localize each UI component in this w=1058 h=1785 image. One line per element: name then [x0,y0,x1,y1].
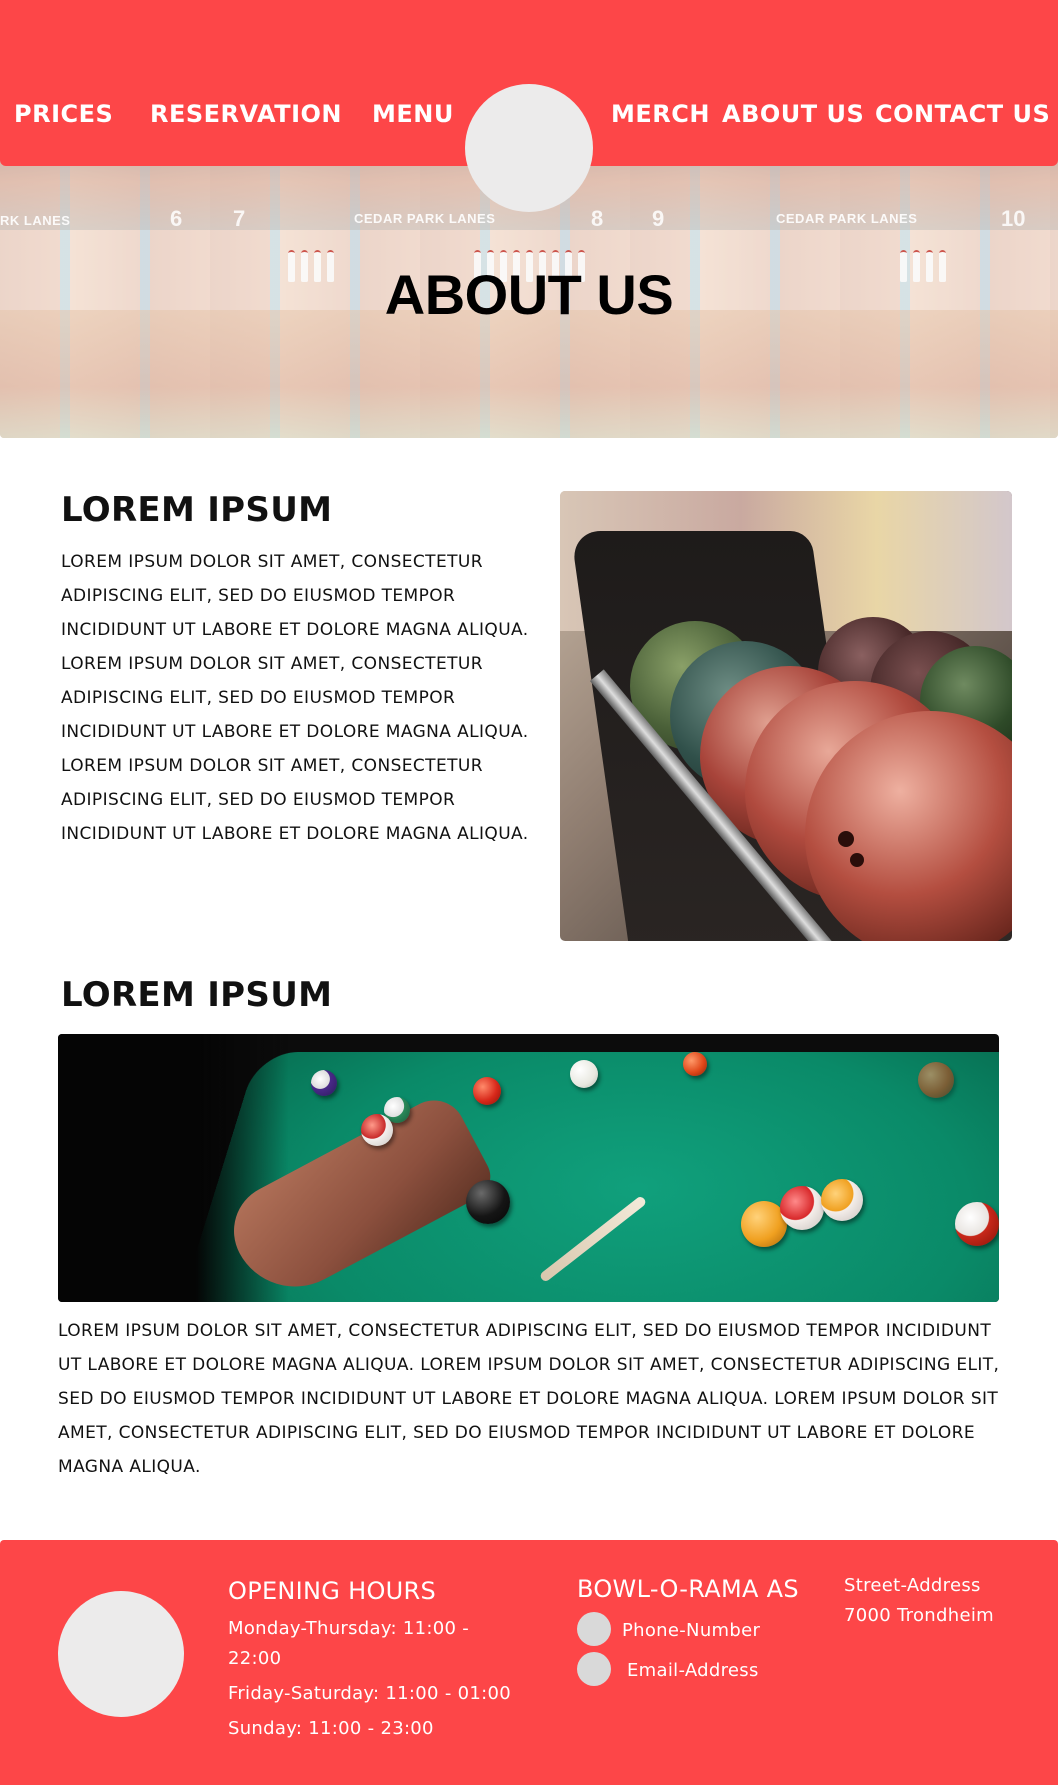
page-title: ABOUT US [384,263,674,326]
nav-contact-us[interactable]: CONTACT US [875,100,1050,128]
bowling-balls-photo [560,491,1012,941]
lane-sign: CEDAR PARK LANES [354,211,496,226]
footer-logo-placeholder[interactable] [58,1591,184,1717]
lane-sign: CEDAR PARK LANES [776,211,918,226]
logo-placeholder[interactable] [465,84,593,212]
nav-merch[interactable]: MERCH [611,100,710,128]
section-heading: LOREM IPSUM [61,975,333,1015]
city-address: 7000 Trondheim [844,1605,994,1626]
lane-number: 10 [1001,206,1026,231]
hours-weekend: Friday-Saturday: 11:00 - 01:00 [228,1683,512,1704]
hero-banner: RK LANES CEDAR PARK LANES CEDAR PARK LAN… [0,0,1058,438]
nav-reservation[interactable]: RESERVATION [150,100,342,128]
pool-table-photo [58,1034,999,1302]
nav-about-us[interactable]: ABOUT US [722,100,864,128]
section-paragraph: LOREM IPSUM DOLOR SIT AMET, CONSECTETUR … [61,552,529,844]
lane-sign: RK LANES [0,213,71,228]
street-address: Street-Address [844,1575,981,1596]
opening-hours-heading: OPENING HOURS [228,1577,437,1605]
section-heading: LOREM IPSUM [61,490,333,530]
hours-weekday: Monday-Thursday: 11:00 - 22:00 [228,1618,470,1669]
phone-link[interactable]: Phone-Number [622,1616,760,1646]
lane-number: 6 [170,206,183,231]
lane-number: 8 [591,206,604,231]
company-name: BOWL-O-RAMA AS [577,1575,799,1603]
email-link[interactable]: Email-Address [627,1656,759,1686]
nav-prices[interactable]: PRICES [14,100,113,128]
lane-number: 7 [233,206,246,231]
lane-number: 9 [652,206,665,231]
email-icon [577,1652,611,1686]
section-paragraph: LOREM IPSUM DOLOR SIT AMET, CONSECTETUR … [58,1321,1000,1477]
hours-sunday: Sunday: 11:00 - 23:00 [228,1718,434,1739]
phone-icon [577,1612,611,1646]
nav-menu[interactable]: MENU [372,100,454,128]
